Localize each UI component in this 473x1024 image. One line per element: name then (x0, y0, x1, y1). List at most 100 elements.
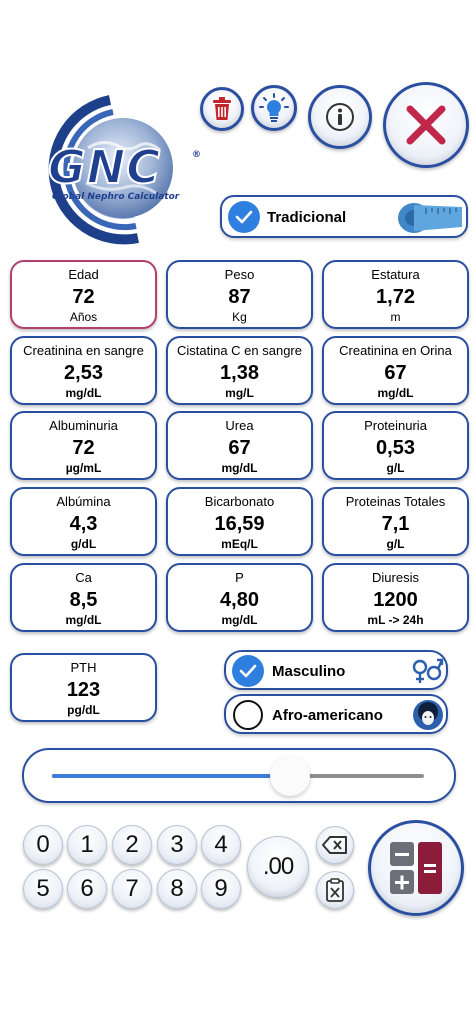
decimal-label: .00 (262, 853, 294, 880)
field-unit: g/L (386, 537, 405, 551)
field-value: 4,80 (220, 589, 259, 611)
tips-button[interactable] (251, 85, 297, 131)
mode-label: Tradicional (267, 209, 347, 226)
field-creatinina-en-sangre[interactable]: Creatinina en sangre 2,53 mg/dL (10, 336, 157, 405)
field-unit: g/L (386, 461, 405, 475)
field-unit: Años (69, 310, 98, 324)
field-label: Diuresis (372, 570, 419, 585)
field-value: 67 (384, 362, 407, 384)
digit-4-button[interactable]: 4 (201, 825, 241, 865)
field-label: Creatinina en Orina (339, 343, 452, 358)
race-label: Afro-americano (272, 707, 383, 724)
calculate-button[interactable] (368, 820, 464, 916)
field-creatinina-en-orina[interactable]: Creatinina en Orina 67 mg/dL (322, 336, 469, 405)
backspace-icon (322, 836, 347, 854)
field-unit: mg/dL (65, 613, 102, 627)
field-value: 1200 (373, 589, 418, 611)
slider-thumb[interactable] (270, 756, 311, 796)
field-label: Albúmina (56, 494, 111, 509)
field-unit: pg/dL (67, 703, 100, 717)
field-unit: mg/dL (221, 461, 258, 475)
close-button[interactable] (383, 82, 469, 168)
measuring-tape-icon (398, 203, 462, 233)
field-value: 87 (228, 286, 251, 308)
field-label: P (235, 570, 244, 585)
field-edad[interactable]: Edad 72 Años (10, 260, 157, 329)
field-bicarbonato[interactable]: Bicarbonato 16,59 mEq/L (166, 487, 313, 556)
field-unit: m (390, 310, 401, 324)
field-value: 123 (66, 679, 101, 701)
field-label: Urea (225, 418, 254, 433)
digit-1-button[interactable]: 1 (67, 825, 107, 865)
field-estatura[interactable]: Estatura 1,72 m (322, 260, 469, 329)
logo-tagline: Global Nephro Calculator (52, 192, 180, 202)
mode-check-icon (228, 201, 260, 233)
field-value: 4,3 (69, 513, 98, 535)
sex-toggle[interactable]: Masculino (224, 650, 448, 690)
field-label: Cistatina C en sangre (176, 343, 302, 358)
field-unit: mg/dL (65, 386, 102, 400)
field-value: 0,53 (376, 437, 415, 459)
field-label: Edad (68, 267, 99, 282)
field-value: 1,72 (376, 286, 415, 308)
field-ca[interactable]: Ca 8,5 mg/dL (10, 563, 157, 632)
field-label: Proteinuria (364, 418, 427, 433)
gnc-logo: GNC ® Global Nephro Calculator (18, 88, 203, 248)
field-unit: mg/dL (221, 613, 258, 627)
close-icon (406, 105, 446, 145)
delete-button[interactable] (200, 87, 244, 131)
digit-8-button[interactable]: 8 (157, 869, 197, 909)
gender-icon (412, 658, 444, 683)
field-unit: mEq/L (221, 537, 258, 551)
field-value: 1,38 (220, 362, 259, 384)
field-unit: mL -> 24h (367, 613, 424, 627)
race-toggle[interactable]: Afro-americano (224, 694, 448, 734)
clear-button[interactable] (316, 871, 354, 909)
logo-registered: ® (192, 150, 201, 160)
field-label: Creatinina en sangre (23, 343, 144, 358)
digit-2-button[interactable]: 2 (112, 825, 152, 865)
field-label: Peso (224, 267, 255, 282)
digit-5-button[interactable]: 5 (23, 869, 63, 909)
slider-fill (52, 774, 281, 778)
field-label: Proteinas Totales (345, 494, 446, 509)
field-albuminuria[interactable]: Albuminuria 72 µg/mL (10, 411, 157, 480)
sex-check-icon (232, 655, 264, 687)
field-unit: g/dL (70, 537, 97, 551)
field-label: Albuminuria (49, 418, 118, 433)
decimal-button[interactable]: .00 (247, 836, 309, 898)
info-button[interactable] (308, 85, 372, 149)
afro-person-icon (413, 700, 443, 730)
field-unit: mg/dL (377, 386, 414, 400)
sex-label: Masculino (272, 663, 346, 680)
field-label: PTH (70, 660, 97, 675)
logo-letters: GNC (47, 139, 162, 195)
field-value: 8,5 (69, 589, 98, 611)
field-value: 2,53 (64, 362, 103, 384)
field-label: Ca (75, 570, 92, 585)
field-diuresis[interactable]: Diuresis 1200 mL -> 24h (322, 563, 469, 632)
field-albumina[interactable]: Albúmina 4,3 g/dL (10, 487, 157, 556)
calculator-icon (390, 842, 442, 894)
field-peso[interactable]: Peso 87 Kg (166, 260, 313, 329)
digit-7-button[interactable]: 7 (112, 869, 152, 909)
digit-0-button[interactable]: 0 (23, 825, 63, 865)
clear-clipboard-icon (326, 878, 344, 902)
field-p[interactable]: P 4,80 mg/dL (166, 563, 313, 632)
field-unit: Kg (232, 310, 247, 324)
field-cistatina-c-en-sangre[interactable]: Cistatina C en sangre 1,38 mg/L (166, 336, 313, 405)
field-proteinas-totales[interactable]: Proteinas Totales 7,1 g/L (322, 487, 469, 556)
field-pth[interactable]: PTH 123 pg/dL (10, 653, 157, 722)
digit-6-button[interactable]: 6 (67, 869, 107, 909)
value-slider[interactable] (22, 748, 456, 803)
digit-3-button[interactable]: 3 (157, 825, 197, 865)
race-check-circle (233, 700, 263, 730)
field-proteinuria[interactable]: Proteinuria 0,53 g/L (322, 411, 469, 480)
field-urea[interactable]: Urea 67 mg/dL (166, 411, 313, 480)
mode-toggle[interactable]: Tradicional (220, 195, 468, 238)
field-value: 7,1 (381, 513, 410, 535)
digit-9-button[interactable]: 9 (201, 869, 241, 909)
field-label: Estatura (371, 267, 420, 282)
field-value: 72 (72, 286, 95, 308)
backspace-button[interactable] (316, 826, 354, 864)
